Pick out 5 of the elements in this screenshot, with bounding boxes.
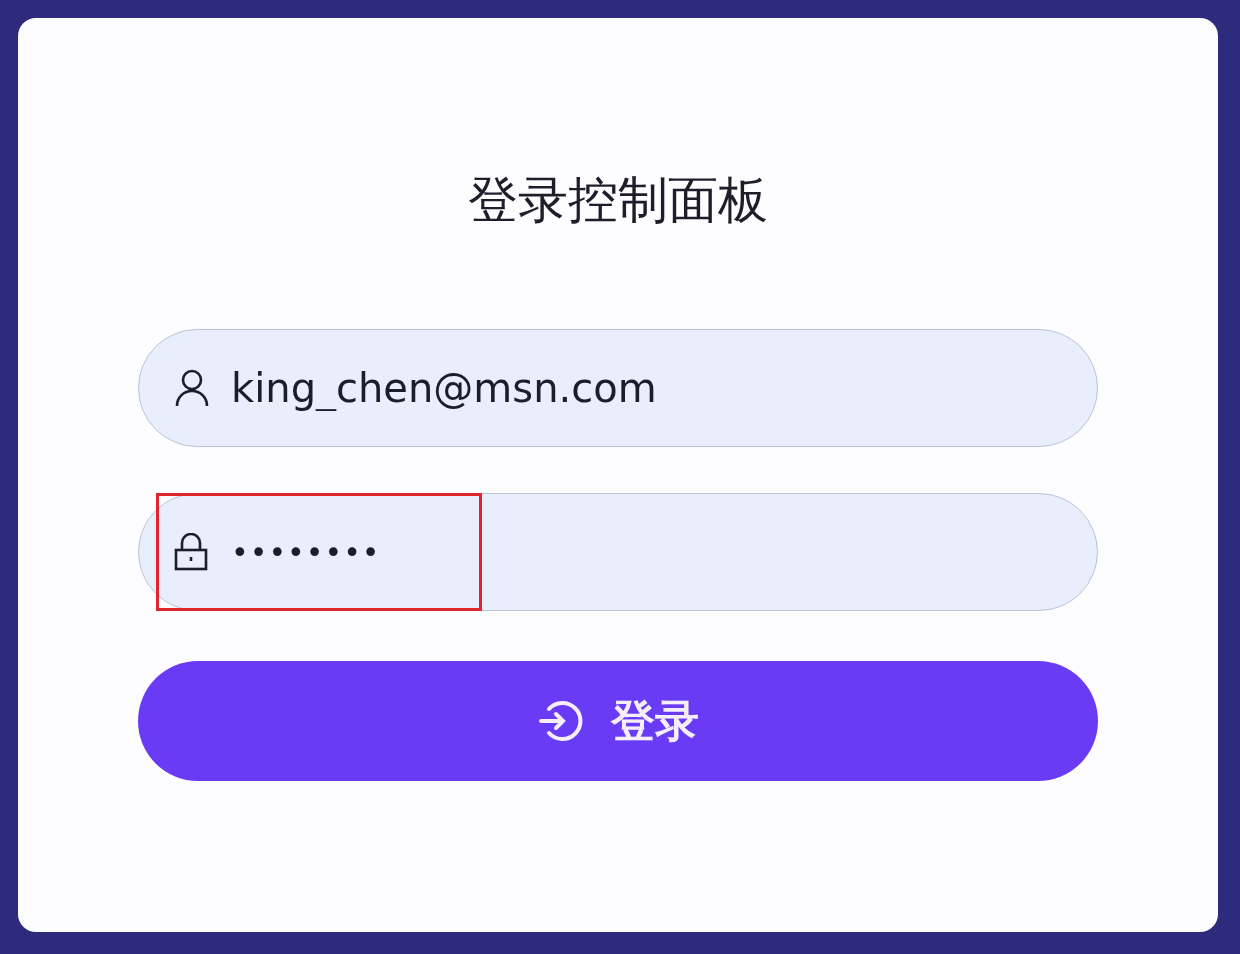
login-title: 登录控制面板 (467, 170, 769, 231)
user-icon (174, 368, 210, 408)
lock-icon (174, 533, 208, 571)
login-button[interactable]: 登录 (138, 661, 1098, 781)
password-field[interactable]: •••••••• (138, 493, 1098, 611)
